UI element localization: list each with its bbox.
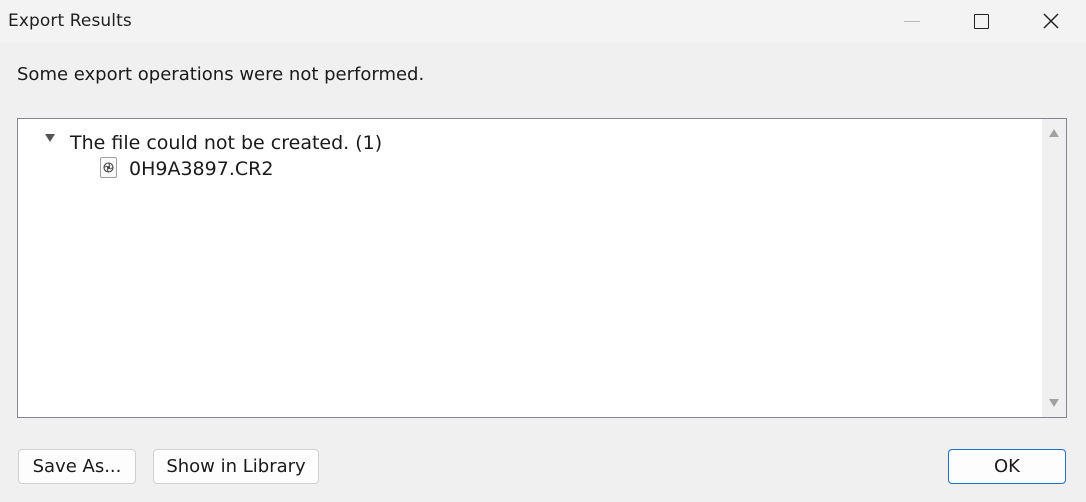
tree-file-label: 0H9A3897.CR2 xyxy=(129,158,274,180)
show-in-library-button[interactable]: Show in Library xyxy=(153,449,319,484)
minimize-icon xyxy=(904,20,920,22)
tree-group-label: The file could not be created. (1) xyxy=(70,132,383,154)
scroll-up-arrow-icon[interactable] xyxy=(1049,129,1059,137)
close-button[interactable] xyxy=(1016,0,1086,42)
aperture-icon xyxy=(103,162,114,173)
scroll-down-arrow-icon[interactable] xyxy=(1049,399,1059,407)
save-as-button[interactable]: Save As... xyxy=(18,449,136,484)
vertical-scrollbar[interactable] xyxy=(1042,119,1066,417)
tree-content: The file could not be created. (1) 0H9A3… xyxy=(18,119,1042,417)
title-bar[interactable]: Export Results xyxy=(0,0,1086,42)
collapse-triangle-icon[interactable] xyxy=(45,134,55,142)
minimize-button[interactable] xyxy=(877,0,947,42)
maximize-button[interactable] xyxy=(946,0,1016,42)
export-results-dialog: Export Results Some export operations we… xyxy=(0,0,1086,502)
maximize-icon xyxy=(973,13,989,29)
ok-button[interactable]: OK xyxy=(948,449,1066,484)
results-tree[interactable]: The file could not be created. (1) 0H9A3… xyxy=(17,118,1067,418)
status-message: Some export operations were not performe… xyxy=(17,64,425,85)
window-title: Export Results xyxy=(8,11,132,31)
raw-file-icon xyxy=(100,157,117,178)
close-icon xyxy=(1043,13,1059,29)
